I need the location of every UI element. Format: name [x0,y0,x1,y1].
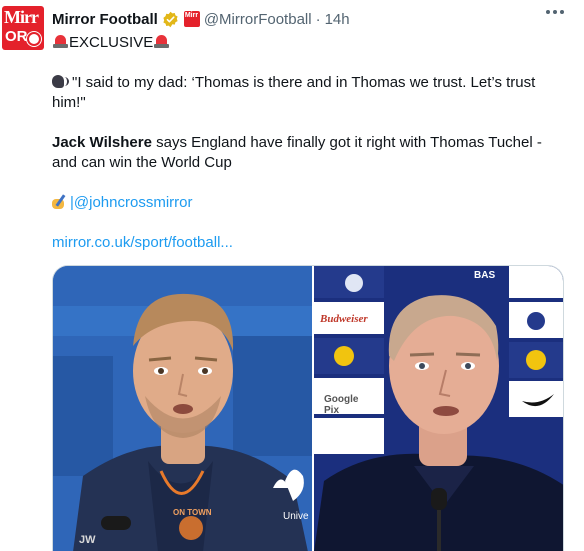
mirror-football-avatar[interactable]: Mirr OR [2,6,44,50]
tweet-media[interactable]: ON TOWN Unive JW Budweiser Google Pix BA… [52,265,564,551]
speaking-head-icon [52,74,70,90]
football-icon [27,32,41,46]
writing-hand-icon [52,194,70,210]
more-options-icon[interactable] [546,10,564,14]
affiliate-badge-icon[interactable]: Mirr [183,11,200,27]
photo-thomas-tuchel[interactable]: Budweiser Google Pix BAS [314,266,563,551]
sponsor-board-text: BAS [474,270,496,281]
verified-badge-icon[interactable] [162,11,179,28]
jacket-initials: JW [79,534,96,546]
separator-dot: · [315,10,321,28]
display-name[interactable]: Mirror Football [52,11,158,28]
tweet-timestamp[interactable]: 14h [325,11,350,28]
jacket-text-sponsor: Unive [283,511,309,522]
headline-bold-name: Jack Wilshere [52,134,152,151]
exclusive-line: EXCLUSIVE [52,33,170,53]
sponsor-board-text: Budweiser [320,313,368,325]
user-handle[interactable]: @MirrorFootball [204,11,312,28]
article-link[interactable]: mirror.co.uk/sport/football... [52,234,233,251]
avatar-logo-text: Mirr [4,7,39,27]
siren-icon [153,34,170,49]
author-line: |@johncrossmirror [52,193,192,213]
quote-text: "I said to my dad: ‘Thomas is there and … [52,74,536,111]
photo-jack-wilshere[interactable]: ON TOWN Unive JW [53,266,312,551]
author-mention-link[interactable]: |@johncrossmirror [70,194,192,211]
avatar-logo-text-bottom: OR [5,28,28,45]
affiliate-badge-text: Mirr [184,12,199,19]
siren-icon [52,34,69,49]
exclusive-label: EXCLUSIVE [69,34,154,51]
tweet-header: Mirror Football Mirr @MirrorFootball · 1… [52,8,350,30]
quote-paragraph: "I said to my dad: ‘Thomas is there and … [52,73,562,113]
sponsor-board-text: Google Pix [324,394,359,416]
jacket-text-club: ON TOWN [173,508,212,517]
headline-paragraph: Jack Wilshere says England have finally … [52,133,562,173]
article-link-line: mirror.co.uk/sport/football... [52,233,233,253]
